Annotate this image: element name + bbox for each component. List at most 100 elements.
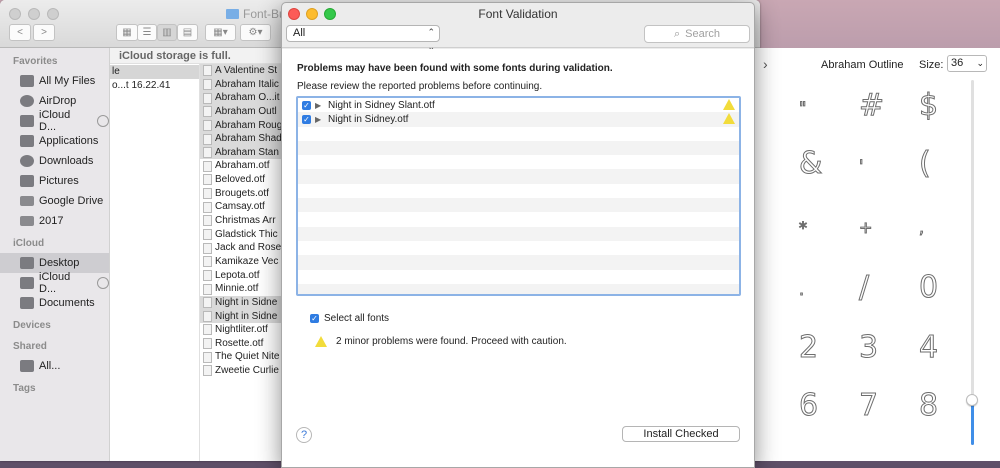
finder-zoom-button[interactable] [47, 8, 59, 20]
file-row[interactable]: Abraham O...it [200, 91, 282, 105]
sidebar-item-pictures[interactable]: Pictures [0, 171, 109, 191]
folder-icon [20, 196, 34, 206]
list-item[interactable] [298, 140, 739, 156]
size-slider-track[interactable] [971, 80, 974, 445]
file-row[interactable]: Lepota.otf [200, 269, 282, 283]
list-item[interactable]: le [110, 65, 199, 79]
font-checkbox[interactable]: ✓ [302, 100, 311, 110]
desktop-icon [20, 257, 34, 269]
font-file-name: Night in Sidney.otf [328, 113, 409, 125]
sidebar-item-all-my-files[interactable]: All My Files [0, 71, 109, 91]
sidebar-item-desktop[interactable]: Desktop [0, 253, 109, 273]
file-row[interactable]: Night in Sidne [200, 309, 282, 324]
select-all-row[interactable]: ✓ Select all fonts [310, 313, 389, 324]
list-item[interactable] [298, 155, 739, 169]
list-item[interactable] [298, 255, 739, 270]
icon-view-button[interactable]: ▦ [116, 24, 138, 41]
pictures-icon [20, 175, 34, 187]
finder-close-button[interactable] [9, 8, 21, 20]
file-row[interactable]: Night in Sidne [200, 295, 282, 310]
font-file-icon [203, 338, 212, 350]
forward-button[interactable]: > [33, 24, 55, 41]
file-row[interactable]: Abraham Outl [200, 104, 282, 119]
disclosure-triangle-icon[interactable]: ▶ [315, 101, 324, 110]
sidebar-item-shared-all[interactable]: All... [0, 356, 109, 376]
sidebar-item-downloads[interactable]: Downloads [0, 151, 109, 171]
column-view-button[interactable]: ▥ [157, 24, 177, 41]
file-row[interactable]: Zweetie Curlie [200, 364, 282, 378]
list-item[interactable] [298, 212, 739, 226]
file-row[interactable]: Christmas Arr [200, 214, 282, 228]
dialog-title: Font Validation [478, 7, 558, 21]
network-icon [20, 360, 34, 372]
file-name: A Valentine St [215, 65, 278, 76]
file-row[interactable]: Gladstick Thic [200, 228, 282, 242]
sidebar-item-applications[interactable]: Applications [0, 131, 109, 151]
file-row[interactable]: Abraham.otf [200, 159, 282, 173]
file-name: Zweetie Curlie [215, 365, 279, 377]
sidebar-item-icloud-drive[interactable]: iCloud D... [0, 109, 109, 133]
file-row[interactable]: Camsay.otf [200, 200, 282, 214]
font-checkbox[interactable]: ✓ [302, 114, 311, 124]
file-row[interactable]: Nightliter.otf [200, 323, 282, 337]
install-checked-button[interactable]: Install Checked [622, 426, 740, 442]
list-item[interactable] [298, 184, 739, 198]
glyph-cell: . [798, 280, 805, 300]
file-row[interactable]: Brougets.otf [200, 187, 282, 201]
sidebar-item-airdrop[interactable]: AirDrop [0, 91, 109, 111]
size-slider-knob[interactable] [966, 394, 978, 406]
file-row[interactable]: Kamikaze Vec [200, 255, 282, 269]
list-item[interactable]: ✓ ▶ Night in Sidney Slant.otf [298, 98, 739, 112]
list-view-button[interactable]: ☰ [137, 24, 157, 41]
font-file-icon [203, 65, 212, 77]
font-results-list[interactable]: ✓ ▶ Night in Sidney Slant.otf ✓ ▶ Night in Si… [296, 96, 741, 296]
font-file-icon [203, 119, 212, 131]
size-select[interactable]: 36 ⌄ [947, 55, 987, 72]
help-button[interactable]: ? [296, 427, 312, 443]
file-row[interactable]: Abraham Stan [200, 145, 282, 160]
progress-icon [97, 115, 109, 127]
file-row[interactable]: Minnie.otf [200, 282, 282, 296]
glyph-cell: 0 [918, 270, 939, 306]
font-file-icon [203, 188, 212, 200]
file-row[interactable]: Beloved.otf [200, 173, 282, 187]
filter-select[interactable]: All ⌃ ⌄ [286, 25, 440, 52]
file-row[interactable]: Jack and Rose [200, 241, 282, 255]
progress-icon [97, 277, 109, 289]
list-item[interactable] [298, 283, 739, 294]
file-row[interactable]: A Valentine St [200, 64, 282, 78]
search-field[interactable]: ⌕ Search [644, 25, 750, 43]
list-item[interactable] [298, 241, 739, 255]
list-item[interactable] [298, 169, 739, 184]
action-gear-button[interactable]: ⚙▾ [240, 24, 271, 41]
font-file-icon [203, 256, 212, 268]
sidebar-heading-favorites: Favorites [13, 56, 58, 67]
sidebar-item-documents[interactable]: Documents [0, 293, 109, 313]
file-name: Minnie.otf [215, 283, 259, 295]
gallery-view-button[interactable]: ▤ [177, 24, 198, 41]
list-item[interactable] [298, 226, 739, 241]
glyph-cell: & [798, 146, 823, 182]
list-item[interactable] [298, 198, 739, 213]
sidebar-item-icloud-drive-2[interactable]: iCloud D... [0, 271, 109, 295]
font-file-icon [203, 283, 212, 295]
arrange-button[interactable]: ▦▾ [205, 24, 236, 41]
file-row[interactable]: The Quiet Nite [200, 350, 282, 364]
file-name: Camsay.otf [215, 201, 265, 213]
sidebar-item-2017[interactable]: 2017 [0, 211, 109, 231]
file-row[interactable]: Abraham Shad [200, 132, 282, 146]
list-item[interactable] [298, 270, 739, 284]
file-row[interactable]: Rosette.otf [200, 337, 282, 351]
finder-minimize-button[interactable] [28, 8, 40, 20]
file-row[interactable]: Abraham Italic [200, 77, 282, 92]
sidebar-item-google-drive[interactable]: Google Drive [0, 191, 109, 211]
downloads-icon [20, 155, 34, 167]
file-row[interactable]: Abraham Roug [200, 118, 282, 133]
list-item[interactable]: ✓ ▶ Night in Sidney.otf [298, 112, 739, 127]
select-all-checkbox[interactable]: ✓ [310, 314, 319, 323]
list-item[interactable] [298, 127, 739, 141]
disclosure-triangle-icon[interactable]: ▶ [315, 115, 324, 124]
list-item[interactable]: o...t 16.22.41 [110, 79, 199, 93]
back-button[interactable]: < [9, 24, 31, 41]
chevron-right-icon[interactable]: › [763, 56, 768, 72]
